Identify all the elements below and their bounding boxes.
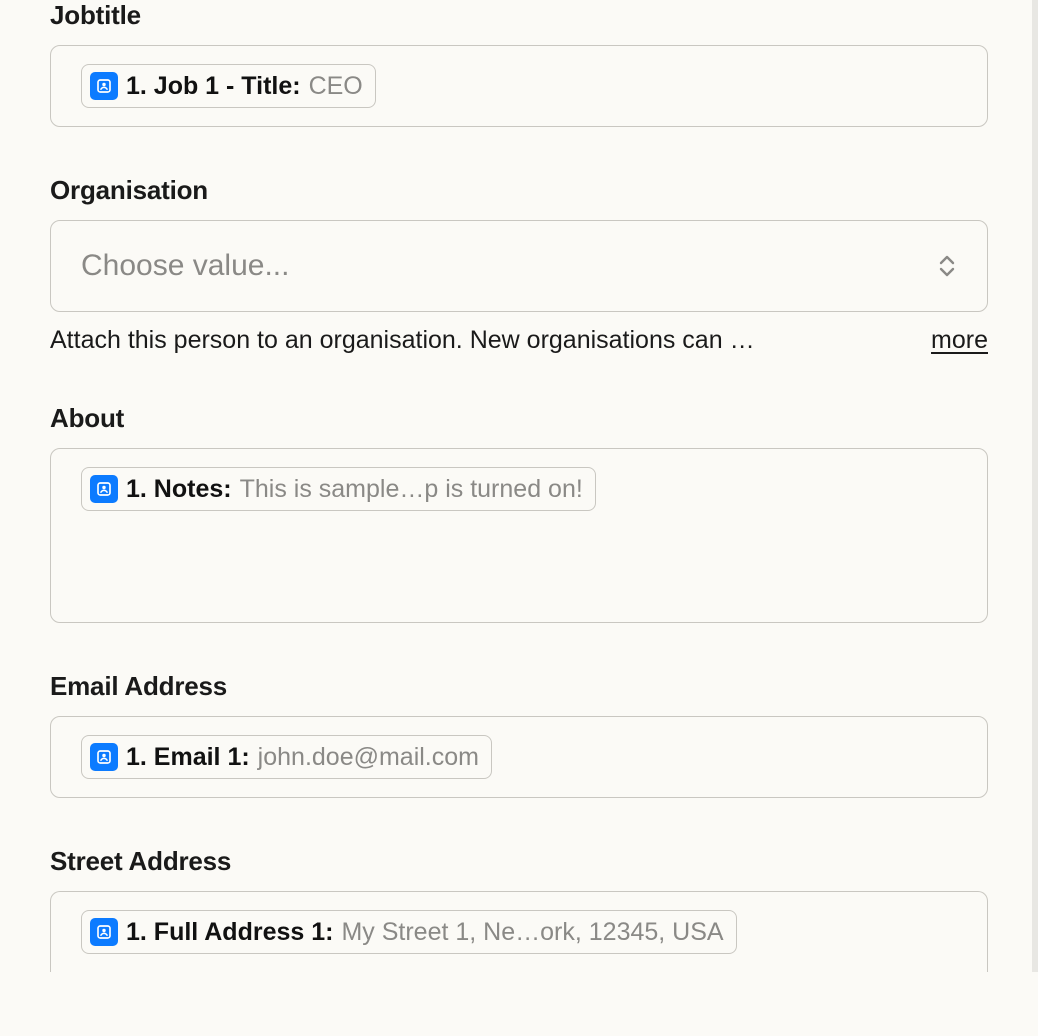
input-about[interactable]: 1. Notes: This is sample…p is turned on! <box>50 448 988 623</box>
select-chevrons-icon <box>937 254 957 278</box>
token-value: john.doe@mail.com <box>258 742 479 772</box>
field-jobtitle: Jobtitle 1. Job 1 - Title: CEO <box>50 0 988 127</box>
token-about[interactable]: 1. Notes: This is sample…p is turned on! <box>81 467 596 511</box>
contacts-app-icon <box>90 475 118 503</box>
helper-text: Attach this person to an organisation. N… <box>50 326 907 355</box>
token-label: 1. Job 1 - Title: <box>126 71 301 101</box>
label-about: About <box>50 403 988 434</box>
token-email[interactable]: 1. Email 1: john.doe@mail.com <box>81 735 492 779</box>
contacts-app-icon <box>90 72 118 100</box>
label-organisation: Organisation <box>50 175 988 206</box>
select-placeholder: Choose value... <box>81 249 289 283</box>
field-email: Email Address 1. Email 1: john.doe@mail.… <box>50 671 988 798</box>
select-organisation[interactable]: Choose value... <box>50 220 988 312</box>
token-label: 1. Full Address 1: <box>126 917 333 947</box>
panel-edge <box>1032 0 1038 972</box>
form-page: Jobtitle 1. Job 1 - Title: CEO Organisat… <box>0 0 1038 972</box>
input-jobtitle[interactable]: 1. Job 1 - Title: CEO <box>50 45 988 127</box>
input-street[interactable]: 1. Full Address 1: My Street 1, Ne…ork, … <box>50 891 988 972</box>
token-value: This is sample…p is turned on! <box>240 474 583 504</box>
label-email: Email Address <box>50 671 988 702</box>
field-organisation: Organisation Choose value... Attach this… <box>50 175 988 355</box>
token-value: My Street 1, Ne…ork, 12345, USA <box>341 917 723 947</box>
input-email[interactable]: 1. Email 1: john.doe@mail.com <box>50 716 988 798</box>
helper-row-organisation: Attach this person to an organisation. N… <box>50 326 988 355</box>
label-street: Street Address <box>50 846 988 877</box>
token-jobtitle[interactable]: 1. Job 1 - Title: CEO <box>81 64 376 108</box>
field-about: About 1. Notes: This is sample…p is turn… <box>50 403 988 623</box>
token-label: 1. Email 1: <box>126 742 250 772</box>
label-jobtitle: Jobtitle <box>50 0 988 31</box>
field-street: Street Address 1. Full Address 1: My Str… <box>50 846 988 972</box>
token-street[interactable]: 1. Full Address 1: My Street 1, Ne…ork, … <box>81 910 737 954</box>
token-label: 1. Notes: <box>126 474 232 504</box>
contacts-app-icon <box>90 918 118 946</box>
contacts-app-icon <box>90 743 118 771</box>
token-value: CEO <box>309 71 363 101</box>
more-link[interactable]: more <box>931 326 988 355</box>
